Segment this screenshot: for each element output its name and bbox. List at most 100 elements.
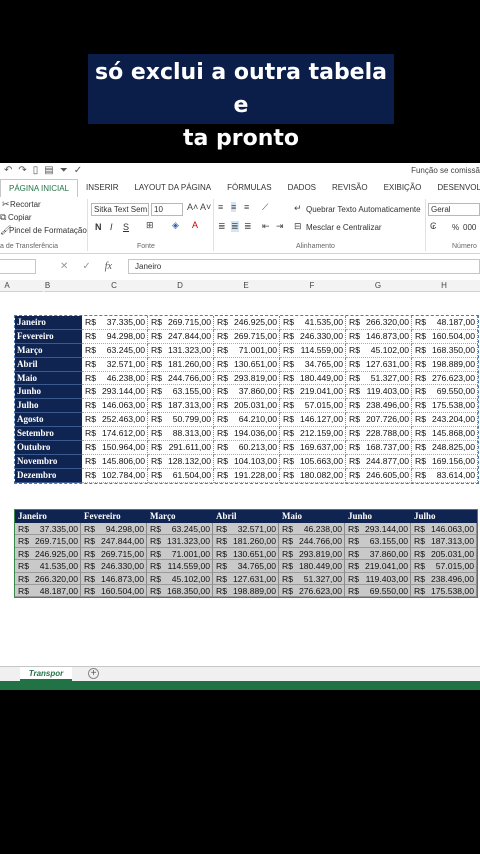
column-header-cell[interactable]: Janeiro (15, 510, 81, 523)
month-label-cell[interactable]: Dezembro (15, 468, 82, 483)
value-cell[interactable]: R$ 168.350,00 (412, 343, 478, 358)
borders-icon[interactable]: ⊞ (146, 220, 154, 231)
value-cell[interactable]: R$ 150.964,00 (82, 441, 148, 455)
value-cell[interactable]: R$ 293.819,00 (214, 371, 280, 386)
value-cell[interactable]: R$ 293.144,00 (345, 523, 411, 536)
value-cell[interactable]: R$ 174.612,00 (82, 427, 148, 442)
value-cell[interactable]: R$ 168.737,00 (346, 441, 412, 455)
month-label-cell[interactable]: Outubro (15, 441, 82, 455)
value-cell[interactable]: R$ 71.001,00 (214, 343, 280, 358)
font-color-icon[interactable]: A (192, 220, 198, 230)
align-bottom-icon[interactable]: ≡ (244, 202, 249, 212)
orientation-icon[interactable]: ⟋ (262, 202, 268, 213)
form-icon[interactable]: ▤ (44, 165, 53, 176)
value-cell[interactable]: R$ 146.063,00 (82, 399, 148, 414)
value-cell[interactable]: R$ 246.330,00 (280, 329, 346, 344)
font-size-select[interactable]: 10 (151, 203, 183, 216)
tab-insert[interactable]: INSERIR (78, 179, 126, 197)
value-cell[interactable]: R$ 238.496,00 (346, 399, 412, 414)
month-label-cell[interactable]: Março (15, 343, 82, 358)
month-label-cell[interactable]: Janeiro (15, 316, 82, 330)
enter-icon[interactable]: ✓ (82, 261, 90, 272)
value-cell[interactable]: R$ 266.320,00 (15, 572, 81, 585)
redo-icon[interactable]: ↷ (18, 165, 26, 176)
value-cell[interactable]: R$ 71.001,00 (147, 547, 213, 561)
decrease-indent-icon[interactable]: ⇤ (262, 221, 270, 232)
value-cell[interactable]: R$ 50.799,00 (148, 413, 214, 428)
new-file-icon[interactable]: ▯ (33, 165, 39, 176)
value-cell[interactable]: R$ 248.825,00 (412, 441, 478, 455)
value-cell[interactable]: R$ 63.155,00 (148, 385, 214, 400)
value-cell[interactable]: R$ 247.844,00 (81, 535, 147, 548)
value-cell[interactable]: R$ 181.260,00 (213, 535, 279, 548)
value-cell[interactable]: R$ 146.873,00 (346, 329, 412, 344)
value-cell[interactable]: R$ 145.806,00 (82, 454, 148, 469)
month-label-cell[interactable]: Abril (15, 357, 82, 372)
value-cell[interactable]: R$ 131.323,00 (148, 343, 214, 358)
value-cell[interactable]: R$ 212.159,00 (280, 427, 346, 442)
value-cell[interactable]: R$ 269.715,00 (148, 316, 214, 330)
value-cell[interactable]: R$ 34.765,00 (213, 560, 279, 573)
value-cell[interactable]: R$ 48.187,00 (412, 316, 478, 330)
value-cell[interactable]: R$ 269.715,00 (214, 329, 280, 344)
column-header-cell[interactable]: Junho (345, 510, 411, 523)
value-cell[interactable]: R$ 32.571,00 (82, 357, 148, 372)
value-cell[interactable]: R$ 57.015,00 (280, 399, 346, 414)
value-cell[interactable]: R$ 127.631,00 (346, 357, 412, 372)
value-cell[interactable]: R$ 64.210,00 (214, 413, 280, 428)
column-header-cell[interactable]: Abril (213, 510, 279, 523)
percent-button[interactable]: % (452, 223, 459, 232)
value-cell[interactable]: R$ 34.765,00 (280, 357, 346, 372)
value-cell[interactable]: R$ 269.715,00 (15, 535, 81, 548)
tab-review[interactable]: REVISÃO (324, 179, 376, 197)
value-cell[interactable]: R$ 160.504,00 (412, 329, 478, 344)
value-cell[interactable]: R$ 83.614,00 (412, 468, 478, 483)
value-cell[interactable]: R$ 128.132,00 (148, 454, 214, 469)
value-cell[interactable]: R$ 114.559,00 (280, 343, 346, 358)
value-cell[interactable]: R$ 94.298,00 (81, 523, 147, 536)
value-cell[interactable]: R$ 60.213,00 (214, 441, 280, 455)
month-label-cell[interactable]: Fevereiro (15, 329, 82, 344)
value-cell[interactable]: R$ 247.844,00 (148, 329, 214, 344)
cut-button[interactable]: Recortar (10, 200, 41, 209)
value-cell[interactable]: R$ 228.788,00 (346, 427, 412, 442)
value-cell[interactable]: R$ 244.766,00 (148, 371, 214, 386)
value-cell[interactable]: R$ 191.228,00 (214, 468, 280, 483)
tab-page-layout[interactable]: LAYOUT DA PÁGINA (126, 179, 219, 197)
value-cell[interactable]: R$ 291.611,00 (148, 441, 214, 455)
value-cell[interactable]: R$ 69.550,00 (345, 584, 411, 598)
value-cell[interactable]: R$ 69.550,00 (412, 385, 478, 400)
value-cell[interactable]: R$ 205.031,00 (214, 399, 280, 414)
value-cell[interactable]: R$ 37.860,00 (345, 547, 411, 561)
value-cell[interactable]: R$ 37.335,00 (15, 523, 81, 536)
value-cell[interactable]: R$ 63.245,00 (82, 343, 148, 358)
tab-data[interactable]: DADOS (280, 179, 324, 197)
value-cell[interactable]: R$ 37.335,00 (82, 316, 148, 330)
font-name-select[interactable]: Sitka Text Sem (91, 203, 149, 216)
value-cell[interactable]: R$ 114.559,00 (147, 560, 213, 573)
month-label-cell[interactable]: Novembro (15, 454, 82, 469)
column-header[interactable]: C (81, 281, 147, 290)
align-top-icon[interactable]: ≡ (218, 202, 223, 212)
value-cell[interactable]: R$ 207.726,00 (346, 413, 412, 428)
value-cell[interactable]: R$ 48.187,00 (15, 584, 81, 598)
increase-indent-icon[interactable]: ⇥ (276, 221, 284, 232)
value-cell[interactable]: R$ 194.036,00 (214, 427, 280, 442)
shrink-font-icon[interactable]: A˅ (200, 202, 211, 212)
column-header-cell[interactable]: Fevereiro (81, 510, 147, 523)
value-cell[interactable]: R$ 169.156,00 (412, 454, 478, 469)
value-cell[interactable]: R$ 276.623,00 (279, 584, 345, 598)
value-cell[interactable]: R$ 205.031,00 (411, 547, 477, 561)
value-cell[interactable]: R$ 63.245,00 (147, 523, 213, 536)
align-middle-icon[interactable]: ≡ (231, 202, 237, 212)
formula-input[interactable]: Janeiro (128, 259, 480, 274)
value-cell[interactable]: R$ 41.535,00 (15, 560, 81, 573)
month-label-cell[interactable]: Junho (15, 385, 82, 400)
align-left-icon[interactable]: ≣ (218, 221, 226, 232)
cancel-icon[interactable]: ✕ (60, 261, 68, 272)
value-cell[interactable]: R$ 187.313,00 (148, 399, 214, 414)
value-cell[interactable]: R$ 146.063,00 (411, 523, 477, 536)
value-cell[interactable]: R$ 94.298,00 (82, 329, 148, 344)
merge-center-button[interactable]: Mesclar e Centralizar (306, 223, 382, 232)
value-cell[interactable]: R$ 37.860,00 (214, 385, 280, 400)
